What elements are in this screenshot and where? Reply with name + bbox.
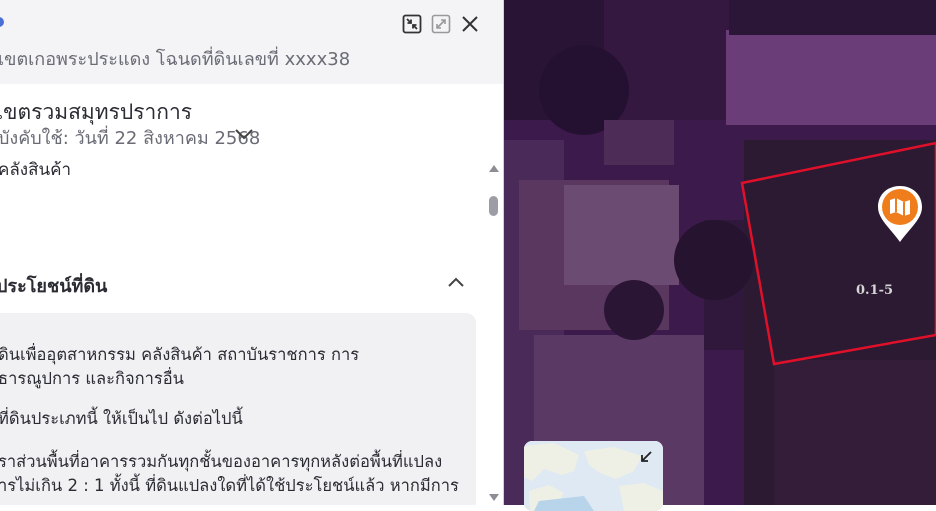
expand-icon[interactable] bbox=[430, 13, 452, 35]
plot-label: 0.1-5 bbox=[856, 283, 894, 298]
chevron-down-icon[interactable] bbox=[234, 126, 254, 145]
scroll-up-arrow[interactable] bbox=[488, 158, 500, 177]
map-pin-icon[interactable] bbox=[876, 184, 924, 248]
rule-line: ดินเพื่ออุตสาหกรรม คลังสินค้า สถาบันราชก… bbox=[0, 345, 360, 364]
scroll-down-arrow[interactable] bbox=[488, 488, 500, 505]
parcel-subtitle: เขตเกอพระประแดง โฉนดที่ดินเลขที่ xxxx38 bbox=[0, 49, 351, 70]
status-dot bbox=[0, 17, 4, 27]
satellite-map[interactable] bbox=[504, 0, 936, 505]
chevron-up-icon[interactable] bbox=[446, 274, 466, 293]
scrollbar-thumb[interactable] bbox=[489, 196, 498, 216]
rule-line: ที่ดินประเภทนี้ ให้เป็นไป ดังต่อไปนี้ bbox=[0, 409, 243, 428]
rule-line: ารไม่เกิน 2 : 1 ทั้งนี้ ที่ดินแปลงใดที่ไ… bbox=[0, 476, 459, 495]
land-use-heading: ประโยชน์ที่ดิน bbox=[0, 276, 108, 297]
effective-date: บังคับใช้: วันที่ 22 สิงหาคม 2568 bbox=[0, 128, 261, 149]
zone-type: คลังสินค้า bbox=[0, 160, 72, 180]
close-icon[interactable] bbox=[459, 13, 481, 35]
minimap-expand-icon[interactable] bbox=[639, 449, 653, 468]
info-panel: เขตเกอพระประแดง โฉนดที่ดินเลขที่ xxxx38 … bbox=[0, 0, 504, 505]
collapse-icon[interactable] bbox=[401, 13, 423, 35]
map-imagery bbox=[504, 0, 936, 505]
rule-line: ธารณูปการ และกิจการอื่น bbox=[0, 369, 184, 388]
rule-line: ราส่วนพื้นที่อาคารรวมกันทุกชั้นของอาคารท… bbox=[0, 452, 443, 471]
panel-header: เขตเกอพระประแดง โฉนดที่ดินเลขที่ xxxx38 bbox=[0, 0, 504, 84]
